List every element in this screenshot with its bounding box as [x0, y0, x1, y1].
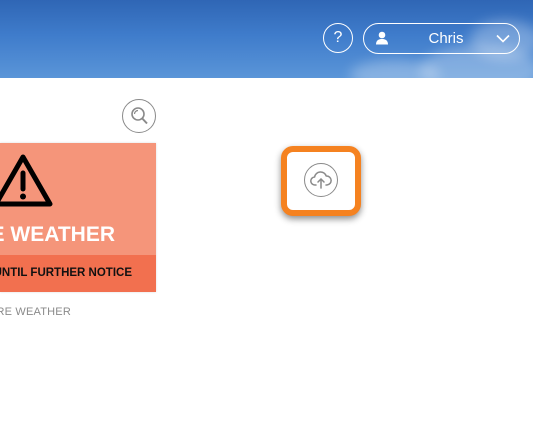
- cloud-upload-icon: [310, 171, 332, 189]
- upload-button[interactable]: [304, 163, 338, 197]
- tile-banner: UNTIL FURTHER NOTICE: [0, 255, 156, 292]
- warning-icon: [0, 154, 53, 207]
- tile-subtitle: UNTIL FURTHER NOTICE: [0, 267, 132, 279]
- user-icon: [376, 31, 388, 45]
- search-icon: [131, 107, 148, 125]
- user-name: Chris: [428, 30, 464, 47]
- tile-title: E WEATHER: [0, 223, 115, 246]
- user-menu-button[interactable]: Chris: [363, 23, 520, 54]
- tile-caption: RE WEATHER: [0, 306, 71, 318]
- chevron-down-icon: [496, 34, 510, 43]
- help-button[interactable]: ?: [323, 23, 353, 53]
- search-button[interactable]: [122, 99, 156, 133]
- header-banner: ? Chris: [0, 0, 533, 78]
- severe-weather-tile[interactable]: E WEATHER UNTIL FURTHER NOTICE: [0, 143, 156, 292]
